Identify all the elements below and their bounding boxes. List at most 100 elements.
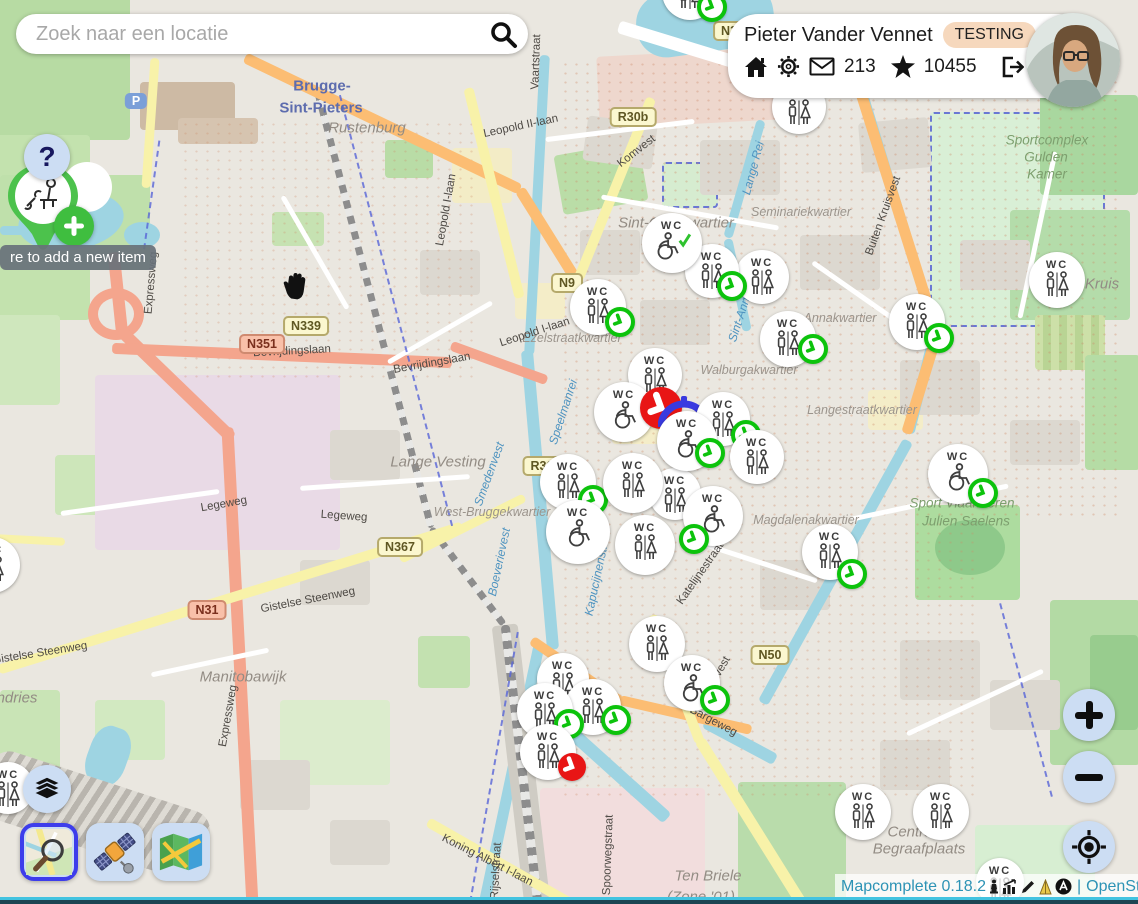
map-label: Begraafplaats bbox=[873, 842, 966, 857]
wc-marker[interactable]: WC bbox=[615, 515, 675, 575]
help-button[interactable]: ? bbox=[24, 134, 70, 180]
wc-marker-label: WC bbox=[0, 544, 3, 556]
help-label: ? bbox=[38, 141, 55, 173]
toilets-icon bbox=[742, 449, 772, 479]
wc-marker-label: WC bbox=[777, 318, 799, 330]
search-icon[interactable] bbox=[488, 19, 518, 49]
basemap-map-button[interactable] bbox=[152, 823, 210, 881]
wc-marker-label: WC bbox=[701, 251, 723, 263]
attribution-bar: Mapcomplete 0.18.2 | OpenStreetMap bbox=[835, 874, 1138, 899]
wc-marker[interactable]: WC bbox=[835, 784, 891, 840]
zoom-in-button[interactable] bbox=[1063, 689, 1115, 741]
messages-icon[interactable] bbox=[809, 57, 835, 76]
add-item-tooltip: re to add a new item bbox=[0, 245, 156, 270]
user-avatar[interactable] bbox=[1026, 13, 1120, 107]
last-edit-badge-green bbox=[798, 334, 828, 364]
road-shield: N351 bbox=[239, 334, 285, 354]
wc-marker-label: WC bbox=[702, 493, 724, 505]
stars-count: 10455 bbox=[924, 56, 977, 78]
edit-pencil-icon[interactable] bbox=[1020, 879, 1036, 895]
toilets-icon bbox=[642, 635, 672, 665]
search-bar[interactable] bbox=[16, 14, 528, 54]
last-edit-badge-green bbox=[717, 271, 747, 301]
zoom-out-button[interactable] bbox=[1063, 751, 1115, 803]
last-edit-badge-green bbox=[605, 307, 635, 337]
wc-marker-label: WC bbox=[819, 531, 841, 543]
last-edit-badge-green bbox=[601, 705, 631, 735]
wc-marker-label: WC bbox=[0, 769, 19, 781]
wc-marker-label: WC bbox=[661, 220, 683, 232]
attribution-separator: | bbox=[1077, 878, 1081, 896]
wc-marker-label: WC bbox=[1046, 259, 1068, 271]
wc-marker[interactable]: WC bbox=[730, 430, 784, 484]
satellite-icon bbox=[92, 829, 138, 875]
wc-marker[interactable]: WC bbox=[0, 537, 20, 593]
wc-marker-label: WC bbox=[582, 686, 604, 698]
toilets-icon bbox=[630, 534, 660, 564]
wc-marker-label: WC bbox=[634, 522, 656, 534]
wc-marker-label: WC bbox=[534, 690, 556, 702]
osm-account-icon[interactable] bbox=[1055, 878, 1072, 895]
road-shield: N50 bbox=[751, 645, 790, 665]
contributor-icon[interactable] bbox=[988, 879, 1000, 895]
bottom-bar bbox=[0, 900, 1138, 904]
settings-gear-icon[interactable] bbox=[777, 55, 800, 78]
wheelchair-icon bbox=[562, 519, 595, 548]
wc-marker-label: WC bbox=[746, 437, 768, 449]
toilets-icon bbox=[618, 472, 648, 502]
logout-icon[interactable] bbox=[1000, 56, 1024, 78]
testing-badge: TESTING bbox=[943, 22, 1036, 48]
wc-marker-label: WC bbox=[613, 389, 635, 401]
toilets-icon bbox=[0, 781, 23, 811]
statistics-icon[interactable] bbox=[1002, 879, 1018, 894]
wc-marker-label: WC bbox=[906, 301, 928, 313]
locate-me-button[interactable] bbox=[1063, 821, 1115, 873]
layers-icon bbox=[32, 777, 62, 801]
wheelchair-check-icon bbox=[652, 232, 692, 261]
wc-marker[interactable]: WC bbox=[603, 453, 663, 513]
toilets-icon bbox=[747, 269, 777, 299]
wc-marker-label: WC bbox=[930, 791, 952, 803]
hand-cursor-icon bbox=[279, 270, 311, 309]
wc-marker-label: WC bbox=[676, 418, 698, 430]
wc-marker[interactable]: WC bbox=[1029, 252, 1085, 308]
app-version[interactable]: Mapcomplete 0.18.2 bbox=[841, 878, 986, 896]
basemap-osm-button[interactable] bbox=[20, 823, 78, 881]
star-icon[interactable] bbox=[891, 55, 915, 78]
last-edit-badge-green bbox=[700, 685, 730, 715]
toilets-icon bbox=[848, 803, 878, 833]
basemap-satellite-button[interactable] bbox=[86, 823, 144, 881]
wc-marker-label: WC bbox=[622, 460, 644, 472]
wc-marker[interactable]: WC bbox=[642, 213, 702, 273]
home-icon[interactable] bbox=[744, 56, 768, 78]
zoom-in-icon bbox=[1075, 701, 1103, 729]
add-item-plus-button[interactable] bbox=[54, 206, 94, 246]
layers-button[interactable] bbox=[23, 765, 71, 813]
last-edit-badge-green bbox=[679, 524, 709, 554]
map-label: Seminariekwartier bbox=[751, 206, 851, 219]
road-shield: N367 bbox=[377, 537, 423, 557]
wc-marker[interactable]: WC bbox=[546, 500, 610, 564]
wc-marker-label: WC bbox=[646, 623, 668, 635]
toilets-icon bbox=[1042, 271, 1072, 301]
wc-marker-label: WC bbox=[751, 257, 773, 269]
wc-marker-label: WC bbox=[947, 451, 969, 463]
award-icon[interactable] bbox=[1038, 879, 1053, 895]
wc-marker-label: WC bbox=[644, 355, 666, 367]
wc-marker-label: WC bbox=[664, 475, 686, 487]
map-label: Magdalenakwartier bbox=[753, 514, 859, 527]
wc-marker[interactable]: WC bbox=[913, 784, 969, 840]
locate-icon bbox=[1071, 829, 1107, 865]
search-input[interactable] bbox=[34, 22, 488, 47]
road-shield: R30b bbox=[610, 107, 657, 127]
wc-marker-label: WC bbox=[557, 461, 579, 473]
openstreetmap-link[interactable]: OpenStreetMap bbox=[1086, 878, 1138, 896]
toilets-icon bbox=[784, 99, 814, 129]
map-canvas[interactable]: Brugge-Sint-PietersRustenburgSint-Gillis… bbox=[0, 0, 1138, 904]
map-label: Speelmanrei bbox=[547, 378, 579, 446]
map-label: Smedenvest bbox=[472, 441, 506, 508]
user-name: Pieter Vander Vennet bbox=[744, 24, 933, 47]
map-label: Boeverievest bbox=[486, 527, 512, 597]
last-edit-badge-red bbox=[558, 753, 586, 781]
parking-icon: P bbox=[125, 93, 147, 109]
